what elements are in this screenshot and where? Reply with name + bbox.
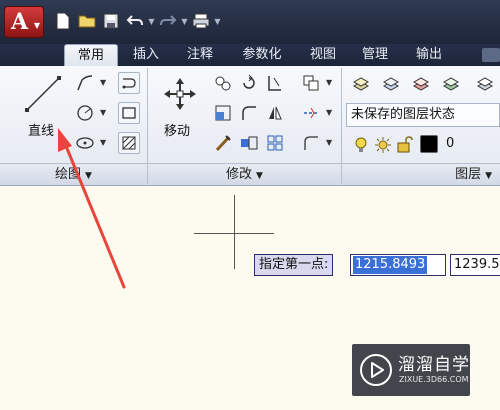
spline-icon[interactable] <box>118 72 140 94</box>
line-icon <box>25 76 61 112</box>
circle-dropdown-icon[interactable]: ▼ <box>100 108 106 117</box>
hatch-icon[interactable] <box>118 132 140 154</box>
ribbon-panel: 直线 ▼ ▼ ▼ 绘图 ▼ 移动 ▼ ▼ ▼ 修改 ▼ 未保存的图层状态 0 图… <box>0 66 500 186</box>
undo-icon[interactable] <box>124 10 146 32</box>
dynamic-input-prompt: 指定第一点: <box>254 254 334 276</box>
modify-panel-expand-icon[interactable]: ▼ <box>256 171 263 181</box>
fillet-icon[interactable] <box>238 102 260 124</box>
modify-panel-footer[interactable]: 修改 ▼ <box>148 163 341 185</box>
redo-icon[interactable] <box>157 10 179 32</box>
layers-panel-footer[interactable]: 图层 ▼ <box>342 163 500 185</box>
current-layer-row[interactable]: 0 <box>350 134 500 156</box>
tab-insert[interactable]: 插入 <box>122 44 170 66</box>
layers-panel-expand-icon[interactable]: ▼ <box>485 171 492 181</box>
chamfer-icon[interactable] <box>300 132 322 154</box>
layer-color-swatch[interactable] <box>420 135 438 153</box>
draw-panel-title: 绘图 <box>55 167 82 182</box>
app-logo: A <box>11 9 29 35</box>
current-layer-name: 0 <box>446 136 455 151</box>
rectangular-array-icon[interactable] <box>264 132 286 154</box>
tab-output[interactable]: 输出 <box>406 44 452 66</box>
application-menu-button[interactable]: A ▼ <box>4 6 44 38</box>
ribbon-tab-bar: 常用 插入 注释 参数化 视图 管理 输出 <box>0 44 500 66</box>
ellipse-dropdown-icon[interactable]: ▼ <box>100 138 106 147</box>
ellipse-icon[interactable] <box>74 132 96 154</box>
rotate-icon[interactable] <box>238 72 260 94</box>
scale-icon[interactable] <box>212 132 234 154</box>
copy-icon[interactable] <box>212 72 234 94</box>
open-folder-icon[interactable] <box>76 10 98 32</box>
layer-match-icon[interactable] <box>474 72 496 94</box>
modify-panel-title: 修改 <box>226 167 253 182</box>
chevron-down-icon: ▼ <box>33 21 40 30</box>
watermark-title: 溜溜自学 <box>398 355 470 375</box>
polyline-dropdown-icon[interactable]: ▼ <box>100 78 106 87</box>
tab-view[interactable]: 视图 <box>300 44 346 66</box>
stretch-icon[interactable] <box>212 102 234 124</box>
mirror-icon[interactable] <box>264 102 286 124</box>
draw-panel-expand-icon[interactable]: ▼ <box>85 171 92 181</box>
lightbulb-icon[interactable] <box>350 134 372 156</box>
polyline-icon[interactable] <box>74 72 96 94</box>
y-coordinate-input[interactable]: 1239.5 <box>450 254 500 276</box>
customize-qat-icon[interactable]: ▼ <box>214 11 221 31</box>
redo-dropdown-icon[interactable]: ▼ <box>181 11 188 31</box>
watermark-badge: 溜溜自学 ZIXUE.3D66.COM <box>352 344 470 396</box>
line-tool-button[interactable] <box>20 72 66 116</box>
move-tool-button[interactable] <box>160 74 200 114</box>
tab-annotate[interactable]: 注释 <box>176 44 224 66</box>
layer-walk-icon[interactable] <box>440 72 462 94</box>
draw-panel-footer[interactable]: 绘图 ▼ <box>0 163 147 185</box>
crosshair-vertical <box>234 195 235 269</box>
chamfer-dropdown-icon[interactable]: ▼ <box>326 138 332 147</box>
x-coordinate-input[interactable]: 1215.8493 <box>350 254 446 276</box>
layer-state-dropdown[interactable]: 未保存的图层状态 <box>346 103 500 127</box>
title-bar: A ▼ ▼ ▼ ▼ <box>0 0 500 44</box>
layer-state-icon[interactable] <box>380 72 402 94</box>
tab-manage[interactable]: 管理 <box>352 44 398 66</box>
sun-icon[interactable] <box>372 134 394 156</box>
undo-dropdown-icon[interactable]: ▼ <box>148 11 155 31</box>
explode-icon[interactable] <box>300 102 322 124</box>
new-file-icon[interactable] <box>52 10 74 32</box>
explode-dropdown-icon[interactable]: ▼ <box>326 108 332 117</box>
offset-icon[interactable] <box>238 132 260 154</box>
unlock-icon[interactable] <box>394 134 416 156</box>
layers-panel-title: 图层 <box>455 167 482 182</box>
circle-icon[interactable] <box>74 102 96 124</box>
tab-parametric[interactable]: 参数化 <box>230 44 294 66</box>
move-icon <box>164 78 196 110</box>
save-icon[interactable] <box>100 10 122 32</box>
layer-properties-icon[interactable] <box>350 72 372 94</box>
watermark-play-icon <box>360 354 392 386</box>
watermark-subtitle: ZIXUE.3D66.COM <box>399 375 469 384</box>
rectangle-icon[interactable] <box>118 102 140 124</box>
tab-home[interactable]: 常用 <box>64 44 118 66</box>
line-tool-label: 直线 <box>28 124 55 139</box>
minimize-ribbon-button[interactable] <box>482 48 500 62</box>
quick-access-toolbar: ▼ ▼ ▼ <box>52 10 221 32</box>
trim-icon[interactable] <box>264 72 286 94</box>
array-icon[interactable] <box>300 72 322 94</box>
array-dropdown-icon[interactable]: ▼ <box>326 78 332 87</box>
layer-isolate-icon[interactable] <box>410 72 432 94</box>
x-coordinate-value: 1215.8493 <box>353 256 428 274</box>
move-tool-label: 移动 <box>164 124 191 139</box>
plot-icon[interactable] <box>190 10 212 32</box>
